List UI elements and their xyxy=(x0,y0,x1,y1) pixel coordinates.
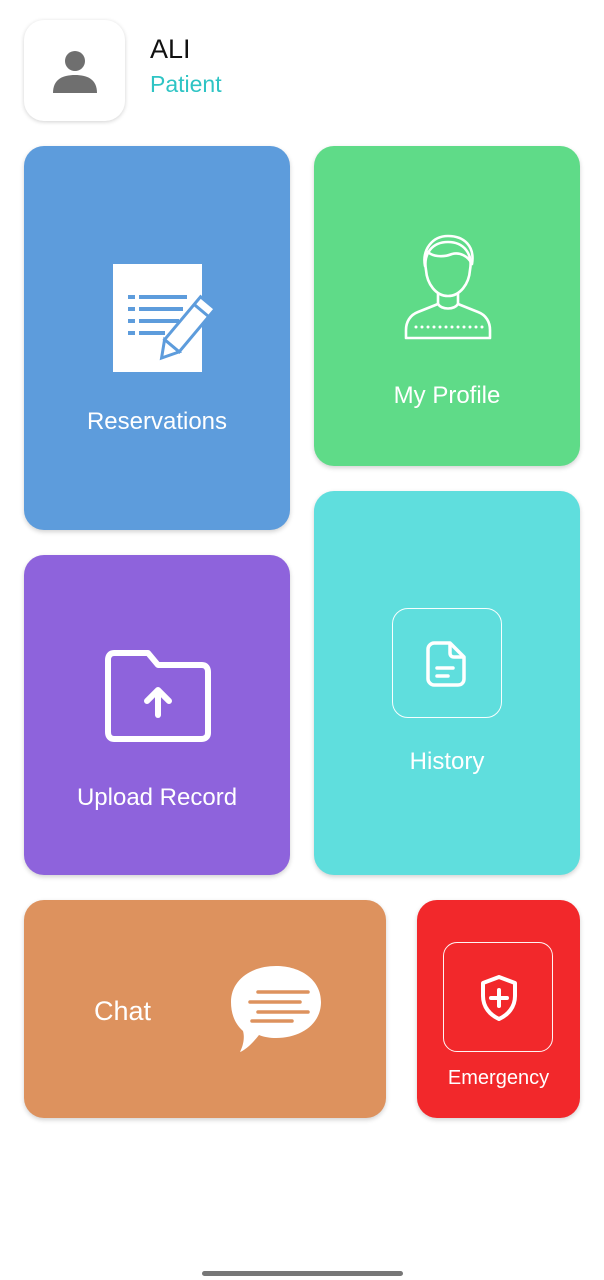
user-name: ALI xyxy=(150,34,191,64)
emergency-tile[interactable]: Emergency xyxy=(417,900,580,1118)
my-profile-label: My Profile xyxy=(393,382,501,409)
history-icon-frame xyxy=(392,608,502,718)
my-profile-tile[interactable]: My Profile xyxy=(314,146,580,466)
home-indicator[interactable] xyxy=(202,1271,403,1276)
file-text-icon xyxy=(426,641,466,687)
person-icon xyxy=(52,50,97,93)
chat-bubble-icon xyxy=(231,966,321,1052)
emergency-label: Emergency xyxy=(447,1067,550,1089)
document-edit-icon xyxy=(113,264,218,372)
chat-tile[interactable]: Chat xyxy=(24,900,386,1118)
user-outline-icon xyxy=(404,234,492,340)
folder-upload-icon xyxy=(105,650,211,742)
history-tile[interactable]: History xyxy=(314,491,580,875)
shield-plus-icon xyxy=(481,975,517,1021)
upload-record-label: Upload Record xyxy=(76,784,238,811)
reservations-label: Reservations xyxy=(86,408,228,435)
emergency-icon-frame xyxy=(443,942,553,1052)
chat-label: Chat xyxy=(94,996,152,1026)
user-role: Patient xyxy=(150,71,222,97)
history-label: History xyxy=(409,748,485,775)
reservations-tile[interactable]: Reservations xyxy=(24,146,290,530)
upload-record-tile[interactable]: Upload Record xyxy=(24,555,290,875)
avatar[interactable] xyxy=(24,20,125,121)
